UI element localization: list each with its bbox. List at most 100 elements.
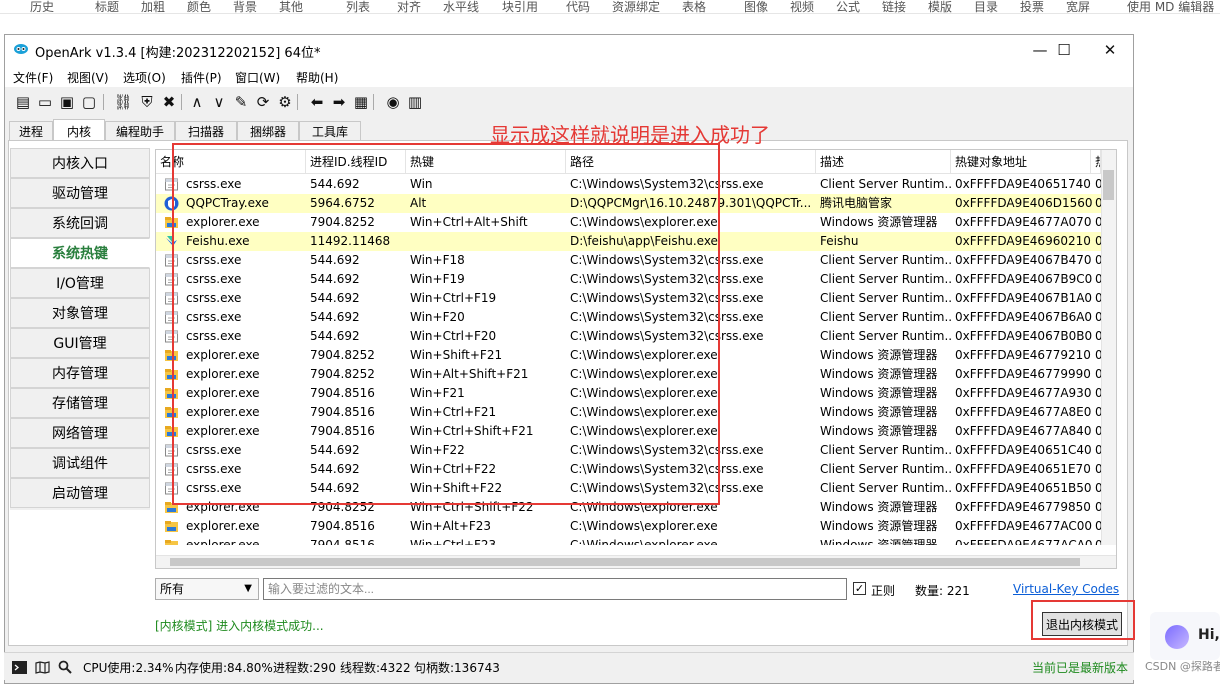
- nav-item[interactable]: 内存管理: [10, 358, 150, 388]
- close-icon: ✕: [1103, 41, 1117, 59]
- tab-3[interactable]: 扫描器: [175, 121, 237, 141]
- editor-menu-item[interactable]: 代码: [566, 0, 590, 13]
- editor-menu-item[interactable]: 颜色: [187, 0, 211, 13]
- editor-menu-item[interactable]: 水平线: [443, 0, 479, 13]
- back-icon[interactable]: ⬅: [307, 92, 327, 112]
- virtual-key-codes-link[interactable]: Virtual-Key Codes: [1013, 582, 1119, 596]
- save-icon[interactable]: ▣: [57, 92, 77, 112]
- editor-menu-item[interactable]: 背景: [233, 0, 257, 13]
- column-header[interactable]: 热键对象地址: [951, 150, 1091, 174]
- editor-menu-item[interactable]: 投票: [1020, 0, 1044, 13]
- editor-menu-item[interactable]: 标题: [95, 0, 119, 13]
- editor-menu-item[interactable]: 图像: [744, 0, 768, 13]
- github-icon[interactable]: ◉: [383, 92, 403, 112]
- shield-icon[interactable]: ⛨: [137, 92, 157, 112]
- table-cell: Windows 资源管理器: [820, 405, 938, 419]
- menu-item[interactable]: 选项(O): [123, 69, 166, 86]
- kernel-status-message: [内核模式] 进入内核模式成功...: [155, 619, 324, 633]
- editor-menu-item[interactable]: 使用 MD 编辑器: [1127, 0, 1214, 13]
- menu-item[interactable]: 插件(P): [181, 69, 222, 86]
- editor-menu-item[interactable]: 视频: [790, 0, 814, 13]
- editor-menu-item[interactable]: 对齐: [397, 0, 421, 13]
- column-header[interactable]: 描述: [816, 150, 951, 174]
- nav-item[interactable]: 系统热键: [10, 238, 150, 268]
- table-cell: 0xFFFFDA9E46779990: [955, 367, 1091, 381]
- assistant-greeting: Hi,: [1198, 627, 1220, 643]
- nav-item[interactable]: 对象管理: [10, 298, 150, 328]
- table-cell: Windows 资源管理器: [820, 386, 938, 400]
- tab-4[interactable]: 捆绑器: [237, 121, 299, 141]
- editor-menu-item[interactable]: 公式: [836, 0, 860, 13]
- forward-icon[interactable]: ➡: [329, 92, 349, 112]
- tab-2[interactable]: 编程助手: [105, 121, 175, 141]
- table-cell: 0xFFFFDA9E46779850: [955, 500, 1091, 514]
- down-arrow-icon[interactable]: ∨: [209, 92, 229, 112]
- table-cell: 0xFFFFDA9E4677A070: [955, 215, 1092, 229]
- item-count: 数量: 221: [915, 584, 970, 598]
- editor-menu-item[interactable]: 链接: [882, 0, 906, 13]
- table-cell: 0xFFFFDA9E40651B50: [955, 481, 1092, 495]
- horizontal-scroll-thumb[interactable]: [170, 558, 1080, 566]
- editor-menu-item[interactable]: 宽屏: [1066, 0, 1090, 13]
- vertical-scroll-thumb[interactable]: [1103, 170, 1114, 200]
- nav-item[interactable]: 内核入口: [10, 148, 150, 178]
- editor-menu-item[interactable]: 块引用: [502, 0, 538, 13]
- editor-menu-item[interactable]: 资源绑定: [612, 0, 660, 13]
- editor-menu-item[interactable]: 表格: [682, 0, 706, 13]
- editor-menu-item[interactable]: 列表: [346, 0, 370, 13]
- horizontal-scrollbar[interactable]: [156, 555, 1116, 568]
- nav-item[interactable]: 系统回调: [10, 208, 150, 238]
- table-cell: Windows 资源管理器: [820, 348, 938, 362]
- clipboard-icon[interactable]: ▥: [405, 92, 425, 112]
- link-icon[interactable]: ⛓: [113, 92, 133, 112]
- title-bar[interactable]: OpenArk v1.3.4 [构建:202312202152] 64位* — …: [5, 35, 1133, 65]
- filter-input[interactable]: [263, 578, 847, 600]
- export-icon[interactable]: ▢: [79, 92, 99, 112]
- settings-icon[interactable]: ⚙: [275, 92, 295, 112]
- menu-item[interactable]: 文件(F): [13, 69, 53, 86]
- menu-item[interactable]: 视图(V): [67, 69, 109, 86]
- toolbar-separator: [181, 94, 182, 110]
- folder-open-icon[interactable]: ▭: [35, 92, 55, 112]
- tab-1[interactable]: 内核: [53, 119, 105, 142]
- kill-icon[interactable]: ✖: [159, 92, 179, 112]
- maximize-button[interactable]: ☐: [1041, 35, 1087, 65]
- nav-item[interactable]: 调试组件: [10, 448, 150, 478]
- nav-item[interactable]: 启动管理: [10, 478, 150, 508]
- nav-item[interactable]: 驱动管理: [10, 178, 150, 208]
- tab-0[interactable]: 进程: [9, 121, 53, 141]
- regex-checkbox[interactable]: ✓: [853, 582, 866, 595]
- up-arrow-icon[interactable]: ∧: [187, 92, 207, 112]
- tab-5[interactable]: 工具库: [299, 121, 361, 141]
- map-icon[interactable]: [34, 659, 50, 675]
- table-cell: Win+Alt+F23: [410, 519, 492, 533]
- assistant-avatar-icon: [1165, 625, 1189, 649]
- toolbar-separator: [373, 94, 374, 110]
- close-button[interactable]: ✕: [1087, 35, 1133, 65]
- nav-item[interactable]: 存储管理: [10, 388, 150, 418]
- table-row[interactable]: explorer.exe 7904.8516 Win+Ctrl+F23 C:\Wind…: [156, 536, 1101, 545]
- nav-item[interactable]: 网络管理: [10, 418, 150, 448]
- nav-item[interactable]: I/O管理: [10, 268, 150, 298]
- editor-menu-item[interactable]: 历史: [30, 0, 54, 13]
- table-cell: Client Server Runtim...: [820, 329, 952, 343]
- search-icon[interactable]: [57, 659, 73, 675]
- filter-select[interactable]: 所有 ▼: [155, 578, 259, 600]
- editor-menu-item[interactable]: 其他: [279, 0, 303, 13]
- driver-icon[interactable]: ▤: [13, 92, 33, 112]
- column-header[interactable]: 热: [1091, 150, 1101, 174]
- menu-item[interactable]: 帮助(H): [296, 69, 338, 86]
- map-icon[interactable]: ▦: [351, 92, 371, 112]
- editor-menu-item[interactable]: 目录: [974, 0, 998, 13]
- editor-menu-item[interactable]: 加粗: [141, 0, 165, 13]
- toolbar-separator: [297, 94, 298, 110]
- nav-item[interactable]: GUI管理: [10, 328, 150, 358]
- editor-menu-item[interactable]: 模版: [928, 0, 952, 13]
- annotation-highlight-table: [172, 143, 720, 505]
- wrench-icon[interactable]: ✎: [231, 92, 251, 112]
- vertical-scrollbar[interactable]: [1101, 150, 1116, 545]
- table-row[interactable]: explorer.exe 7904.8516 Win+Alt+F23 C:\Windo…: [156, 517, 1101, 536]
- console-icon[interactable]: [11, 659, 27, 675]
- menu-item[interactable]: 窗口(W): [235, 69, 280, 86]
- refresh-icon[interactable]: ⟳: [253, 92, 273, 112]
